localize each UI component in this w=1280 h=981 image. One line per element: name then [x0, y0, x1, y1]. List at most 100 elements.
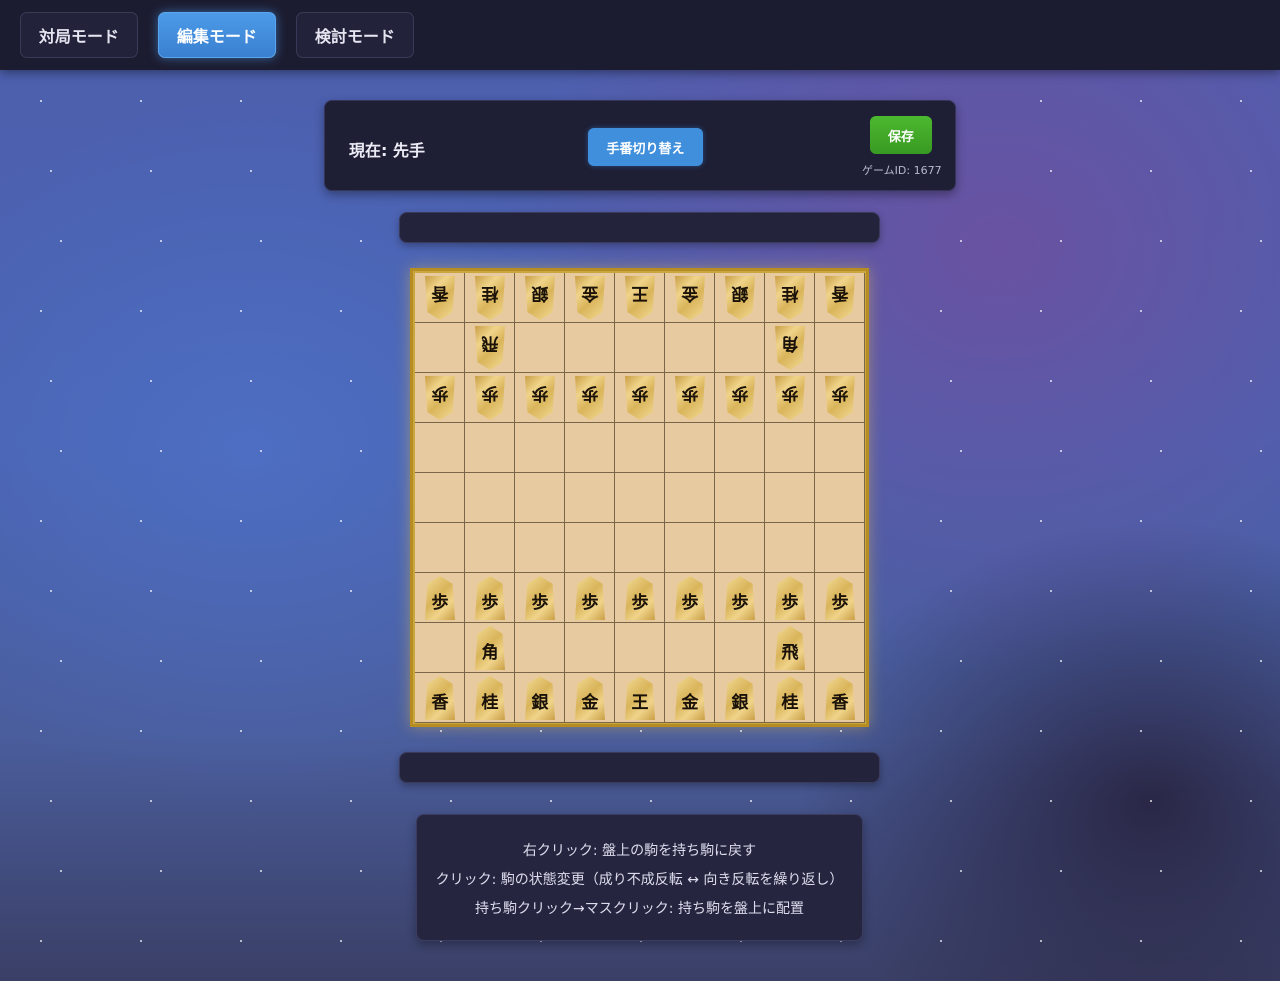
shogi-piece[interactable]: 銀 — [525, 676, 555, 720]
board-square[interactable]: 歩 — [565, 373, 615, 423]
shogi-piece[interactable]: 金 — [675, 276, 705, 320]
board-square[interactable] — [765, 523, 815, 573]
board-square[interactable]: 桂 — [465, 273, 515, 323]
shogi-piece[interactable]: 歩 — [425, 376, 455, 420]
shogi-piece[interactable]: 王 — [625, 276, 655, 320]
shogi-piece[interactable]: 桂 — [775, 676, 805, 720]
board-square[interactable]: 桂 — [765, 673, 815, 723]
shogi-piece[interactable]: 銀 — [725, 676, 755, 720]
board-square[interactable]: 歩 — [665, 573, 715, 623]
board-square[interactable]: 角 — [465, 623, 515, 673]
shogi-piece[interactable]: 歩 — [725, 376, 755, 420]
board-square[interactable]: 歩 — [615, 573, 665, 623]
board-square[interactable] — [415, 323, 465, 373]
board-square[interactable]: 歩 — [715, 373, 765, 423]
board-square[interactable]: 香 — [815, 273, 865, 323]
shogi-piece[interactable]: 歩 — [675, 576, 705, 620]
board-square[interactable]: 歩 — [815, 373, 865, 423]
shogi-piece[interactable]: 香 — [425, 676, 455, 720]
board-square[interactable]: 歩 — [415, 373, 465, 423]
board-square[interactable]: 歩 — [515, 373, 565, 423]
shogi-piece[interactable]: 歩 — [525, 576, 555, 620]
board-square[interactable] — [715, 323, 765, 373]
shogi-piece[interactable]: 歩 — [825, 376, 855, 420]
shogi-piece[interactable]: 歩 — [825, 576, 855, 620]
board-square[interactable] — [565, 323, 615, 373]
board-square[interactable]: 銀 — [715, 673, 765, 723]
board-square[interactable]: 金 — [665, 273, 715, 323]
shogi-piece[interactable]: 桂 — [475, 676, 505, 720]
board-square[interactable] — [615, 473, 665, 523]
board-square[interactable] — [465, 523, 515, 573]
board-square[interactable] — [615, 423, 665, 473]
shogi-piece[interactable]: 香 — [825, 676, 855, 720]
board-square[interactable]: 香 — [415, 273, 465, 323]
shogi-piece[interactable]: 歩 — [525, 376, 555, 420]
board-square[interactable] — [415, 423, 465, 473]
board-square[interactable] — [565, 623, 615, 673]
board-square[interactable] — [515, 523, 565, 573]
board-square[interactable]: 香 — [415, 673, 465, 723]
gote-pieces-in-hand[interactable] — [399, 212, 880, 243]
board-square[interactable] — [515, 473, 565, 523]
board-square[interactable] — [815, 523, 865, 573]
board-square[interactable] — [765, 423, 815, 473]
board-square[interactable]: 歩 — [515, 573, 565, 623]
board-square[interactable]: 桂 — [465, 673, 515, 723]
board-square[interactable] — [565, 423, 615, 473]
shogi-piece[interactable]: 角 — [775, 326, 805, 370]
board-square[interactable]: 歩 — [465, 373, 515, 423]
board-square[interactable]: 歩 — [815, 573, 865, 623]
board-square[interactable] — [715, 623, 765, 673]
board-square[interactable] — [465, 423, 515, 473]
board-square[interactable]: 金 — [565, 273, 615, 323]
board-square[interactable]: 歩 — [765, 373, 815, 423]
board-square[interactable] — [515, 423, 565, 473]
board-square[interactable] — [515, 623, 565, 673]
board-square[interactable] — [665, 623, 715, 673]
shogi-piece[interactable]: 歩 — [775, 376, 805, 420]
shogi-piece[interactable]: 金 — [675, 676, 705, 720]
board-square[interactable]: 角 — [765, 323, 815, 373]
shogi-piece[interactable]: 銀 — [725, 276, 755, 320]
shogi-piece[interactable]: 歩 — [625, 576, 655, 620]
shogi-piece[interactable]: 角 — [475, 626, 505, 670]
shogi-piece[interactable]: 香 — [425, 276, 455, 320]
board-square[interactable] — [615, 623, 665, 673]
save-button[interactable]: 保存 — [870, 116, 932, 154]
shogi-piece[interactable]: 歩 — [475, 576, 505, 620]
shogi-piece[interactable]: 歩 — [775, 576, 805, 620]
board-square[interactable] — [615, 523, 665, 573]
board-square[interactable]: 歩 — [715, 573, 765, 623]
board-square[interactable] — [415, 523, 465, 573]
board-square[interactable]: 桂 — [765, 273, 815, 323]
board-square[interactable] — [815, 323, 865, 373]
board-square[interactable]: 香 — [815, 673, 865, 723]
board-square[interactable]: 飛 — [765, 623, 815, 673]
board-square[interactable]: 金 — [665, 673, 715, 723]
board-square[interactable] — [665, 523, 715, 573]
shogi-piece[interactable]: 歩 — [625, 376, 655, 420]
shogi-piece[interactable]: 金 — [575, 276, 605, 320]
board-square[interactable] — [665, 473, 715, 523]
board-square[interactable] — [465, 473, 515, 523]
board-square[interactable] — [415, 623, 465, 673]
board-square[interactable] — [715, 473, 765, 523]
shogi-piece[interactable]: 歩 — [475, 376, 505, 420]
board-square[interactable] — [665, 423, 715, 473]
mode-tab-analysis[interactable]: 検討モード — [296, 12, 414, 58]
board-square[interactable] — [615, 323, 665, 373]
shogi-piece[interactable]: 歩 — [725, 576, 755, 620]
switch-turn-button[interactable]: 手番切り替え — [588, 128, 703, 166]
shogi-piece[interactable]: 王 — [625, 676, 655, 720]
board-square[interactable] — [565, 523, 615, 573]
board-square[interactable]: 王 — [615, 673, 665, 723]
board-square[interactable] — [415, 473, 465, 523]
board-square[interactable] — [515, 323, 565, 373]
board-square[interactable]: 歩 — [615, 373, 665, 423]
board-square[interactable]: 歩 — [565, 573, 615, 623]
board-square[interactable]: 飛 — [465, 323, 515, 373]
board-square[interactable]: 金 — [565, 673, 615, 723]
shogi-piece[interactable]: 香 — [825, 276, 855, 320]
board-square[interactable] — [715, 523, 765, 573]
